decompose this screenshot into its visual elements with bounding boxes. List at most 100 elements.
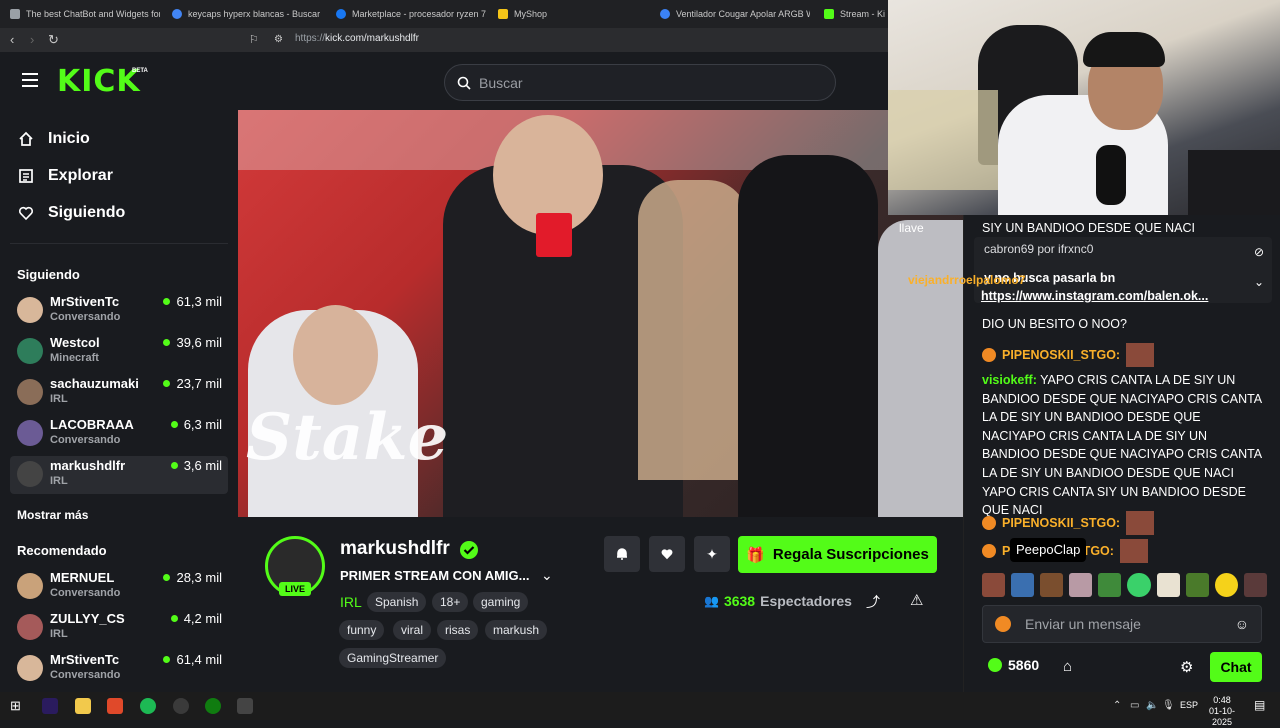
emote-icon[interactable]: [1069, 573, 1093, 597]
emoji-icon[interactable]: ☺: [1235, 616, 1249, 632]
viewer-count: 3,6 mil: [171, 458, 222, 473]
url-field[interactable]: https://kick.com/markushdlfr: [295, 33, 419, 44]
chat-message: visiokeff: YAPO CRIS CANTA LA DE SIY UN …: [982, 373, 1262, 518]
site-settings-icon[interactable]: ⚙: [274, 32, 283, 48]
bookmark-icon[interactable]: ⚐: [249, 32, 259, 48]
viewer-count: 61,3 mil: [163, 294, 222, 309]
browser-tab[interactable]: Ventilador Cougar Apolar ARGB Whi: [660, 4, 810, 24]
chat-send-button[interactable]: Chat: [1210, 652, 1262, 682]
forward-arrow-icon[interactable]: ›: [30, 32, 34, 48]
viewer-counter: 👥 3638 Espectadores: [704, 593, 852, 609]
sidebar-nav-siguiendo[interactable]: Siguiendo: [18, 204, 125, 222]
browser-tab-active[interactable]: Stream - Ki: [824, 4, 888, 24]
emote-icon[interactable]: [1243, 573, 1267, 597]
clock[interactable]: 0:48 01-10-2025: [1200, 695, 1244, 728]
sidebar-channel[interactable]: sachauzumaki IRL 23,7 mil: [10, 374, 228, 412]
sidebar-channel[interactable]: MrStivenTc Conversando 61,4 mil: [10, 650, 228, 688]
browser-tab[interactable]: MyShop: [498, 4, 648, 24]
windows-start-icon[interactable]: ⊞: [10, 698, 26, 714]
pinned-message[interactable]: cabron69 por ifrxnc0 y no busca pasarla …: [974, 237, 1272, 303]
search-input[interactable]: Buscar: [444, 64, 836, 101]
stream-tag[interactable]: 18+: [432, 592, 469, 612]
premiere-icon[interactable]: [42, 698, 58, 714]
pinned-link[interactable]: https://www.instagram.com/balen.ok...: [981, 289, 1208, 303]
sidebar-channel[interactable]: Westcol Minecraft 39,6 mil: [10, 333, 228, 371]
sparkle-button[interactable]: ✦: [694, 536, 730, 572]
network-icon[interactable]: ▭: [1130, 700, 1139, 711]
following-section-title: Siguiendo: [17, 267, 80, 282]
browser-tab[interactable]: Marketplace - procesador ryzen 7 5: [336, 4, 486, 24]
stream-tag[interactable]: markush: [485, 620, 548, 640]
report-icon[interactable]: ⚠: [910, 591, 923, 609]
obs-icon[interactable]: [173, 698, 189, 714]
brave-browser-icon[interactable]: [107, 698, 123, 714]
emote-icon[interactable]: [1127, 573, 1151, 597]
chevron-down-icon[interactable]: ⌄: [541, 567, 553, 584]
category-link[interactable]: IRL: [340, 594, 362, 610]
chat-message: PIPENOSKII_STGO:: [982, 511, 1267, 535]
share-icon[interactable]: ⤴: [866, 592, 880, 612]
sidebar-channel[interactable]: LACOBRAAA Conversando 6,3 mil: [10, 415, 228, 453]
avatar: [17, 461, 43, 487]
browser-tab[interactable]: The best ChatBot and Widgets for Ki: [10, 4, 160, 24]
video-player[interactable]: Stake: [238, 110, 963, 517]
stream-tag[interactable]: gaming: [473, 592, 529, 612]
compass-icon: [19, 169, 33, 183]
hide-icon[interactable]: ⊘: [1254, 245, 1264, 259]
stream-tag[interactable]: viral: [393, 620, 432, 640]
beta-badge: BETA: [132, 68, 148, 74]
video-person: [738, 155, 878, 517]
stream-tag[interactable]: GamingStreamer: [339, 648, 447, 668]
chat-message: DIO UN BESITO O NOO?: [982, 317, 1127, 331]
emote-icon[interactable]: [1156, 573, 1180, 597]
volume-icon[interactable]: 🔈: [1146, 700, 1158, 711]
sidebar-nav-explorar[interactable]: Explorar: [18, 167, 113, 185]
viewer-count: 39,6 mil: [163, 335, 222, 350]
emote-icon[interactable]: [1098, 573, 1122, 597]
emote-icon[interactable]: [1214, 573, 1238, 597]
gift-subs-button[interactable]: 🎁 Regala Suscripciones: [738, 536, 937, 573]
browser-tab[interactable]: keycaps hyperx blancas - Buscar con: [172, 4, 322, 24]
peepoclap-emote-icon[interactable]: [1011, 573, 1035, 597]
reload-icon[interactable]: ↻: [48, 32, 59, 48]
viewer-count: 61,4 mil: [163, 652, 222, 667]
app-icon[interactable]: [237, 698, 253, 714]
overlay-line: viejandrroelpalomo7: [908, 273, 1026, 287]
emote-icon[interactable]: [1185, 573, 1209, 597]
mic-icon[interactable]: 🎙: [1162, 700, 1175, 711]
avatar: [17, 297, 43, 323]
kick-logo[interactable]: KICK: [57, 64, 141, 99]
follow-button[interactable]: [649, 536, 685, 572]
stream-tag[interactable]: risas: [437, 620, 479, 640]
notification-button[interactable]: [604, 536, 640, 572]
show-more-link[interactable]: Mostrar más: [17, 508, 88, 522]
sidebar-channel[interactable]: MrStivenTc Conversando 61,3 mil: [10, 292, 228, 330]
back-arrow-icon[interactable]: ‹: [10, 32, 14, 48]
sidebar-channel[interactable]: ZULLYY_CS IRL 4,2 mil: [10, 609, 228, 647]
avatar: [17, 420, 43, 446]
hamburger-menu-icon[interactable]: [22, 73, 38, 87]
tray-chevron-icon[interactable]: ⌃: [1113, 700, 1121, 711]
channel-name[interactable]: markushdlfr: [340, 538, 450, 560]
sidebar-nav-inicio[interactable]: Inicio: [18, 130, 90, 148]
spotify-icon[interactable]: [140, 698, 156, 714]
users-icon: 👥: [704, 594, 719, 608]
stream-tag[interactable]: Spanish: [367, 592, 427, 612]
emote-icon[interactable]: [1040, 573, 1064, 597]
emote-icon[interactable]: [982, 573, 1006, 597]
channel-points[interactable]: 5860: [988, 657, 1039, 673]
chat-input[interactable]: Enviar un mensaje ☺: [982, 605, 1262, 643]
file-explorer-icon[interactable]: [75, 698, 91, 714]
avatar: [17, 655, 43, 681]
chevron-down-icon[interactable]: ⌄: [1254, 275, 1264, 289]
sidebar-channel[interactable]: MERNUEL Conversando 28,3 mil: [10, 568, 228, 606]
language-indicator[interactable]: ESP: [1180, 700, 1198, 710]
xbox-icon[interactable]: [205, 698, 221, 714]
stream-tag[interactable]: funny: [339, 620, 385, 640]
emote-bar: [982, 573, 1267, 597]
store-icon[interactable]: ⌂: [1063, 658, 1072, 675]
sidebar-channel-active[interactable]: markushdlfr IRL 3,6 mil: [10, 456, 228, 494]
video-person: [878, 220, 963, 517]
gear-icon[interactable]: ⚙: [1180, 658, 1193, 676]
notification-center-icon[interactable]: ▤: [1254, 698, 1265, 712]
